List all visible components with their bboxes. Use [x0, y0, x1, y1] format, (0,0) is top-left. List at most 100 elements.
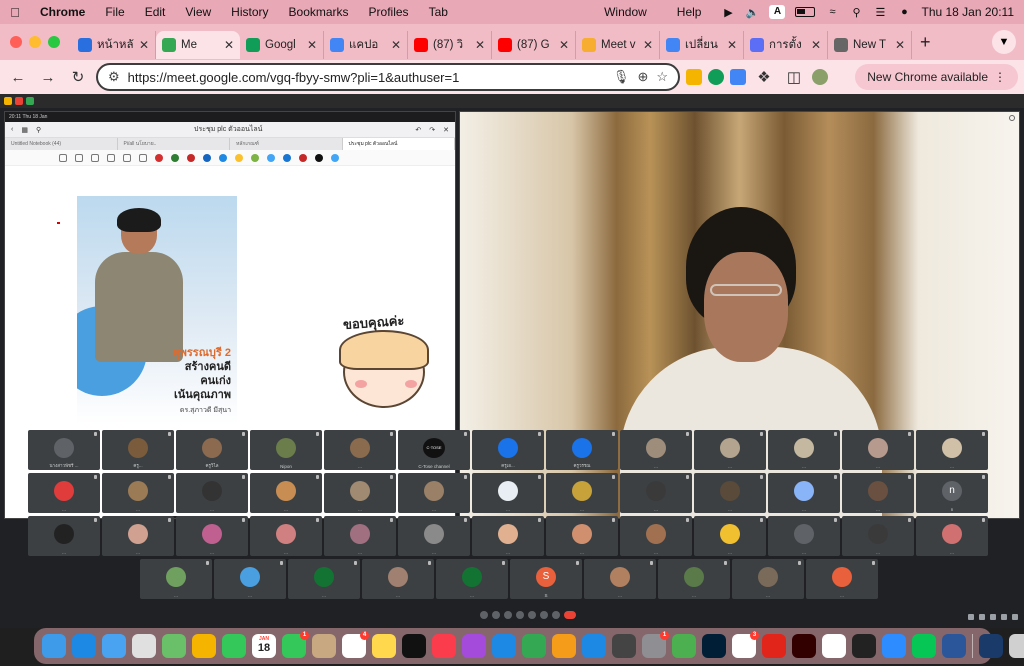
dock-app-screen-sharing-icon[interactable] [979, 634, 1003, 658]
tile-options-icon[interactable] [1009, 115, 1015, 121]
dock-app-word-icon[interactable] [942, 634, 966, 658]
dock-app-photoshop-icon[interactable] [702, 634, 726, 658]
dock-app-podcasts-icon[interactable] [462, 634, 486, 658]
raise-hand-button[interactable] [540, 611, 548, 619]
tab-close-icon[interactable]: ✕ [224, 38, 234, 52]
menu-help[interactable]: Help [667, 5, 712, 19]
participant-tile[interactable]: ... [324, 430, 396, 470]
participant-tile[interactable]: ... [694, 516, 766, 556]
new-tab-button[interactable]: + [912, 32, 939, 53]
participant-tile[interactable]: ... [398, 516, 470, 556]
participant-tile[interactable]: ... [214, 559, 286, 599]
participant-tile[interactable]: ... [732, 559, 804, 599]
participant-tile[interactable]: ... [916, 430, 988, 470]
dock-app-quicktime-icon[interactable] [612, 634, 636, 658]
dock-app-photos-icon[interactable] [192, 634, 216, 658]
participant-tile[interactable]: ... [324, 516, 396, 556]
participant-tile[interactable]: ... [28, 473, 100, 513]
site-info-icon[interactable]: ⚙ [108, 69, 120, 85]
tab-close-icon[interactable]: ✕ [727, 38, 737, 52]
tab-close-icon[interactable]: ✕ [139, 38, 149, 52]
dock-app-launchpad-icon[interactable] [132, 634, 156, 658]
more-menu-icon[interactable]: ⋮ [994, 70, 1006, 84]
menu-profiles[interactable]: Profiles [359, 5, 419, 19]
tab-close-icon[interactable]: ✕ [643, 38, 653, 52]
browser-tab[interactable]: (87) วิ ✕ [408, 31, 492, 59]
bookmark-star-icon[interactable]: ☆ [656, 69, 668, 85]
participant-tile[interactable]: ... [436, 559, 508, 599]
dock-app-numbers-icon[interactable] [522, 634, 546, 658]
dock-app-zoom-icon[interactable] [882, 634, 906, 658]
browser-tab[interactable]: หน้าหลั ✕ [72, 31, 156, 59]
tab-close-icon[interactable]: ✕ [307, 38, 317, 52]
control-center-icon[interactable]: ☰ [873, 6, 887, 19]
dock-app-slack-icon[interactable]: 3 [732, 631, 759, 658]
participant-tile[interactable]: ... [250, 473, 322, 513]
browser-tab[interactable]: New T ✕ [828, 31, 912, 59]
participant-tile[interactable]: ... [176, 473, 248, 513]
participant-tile[interactable]: ... [694, 430, 766, 470]
menu-file[interactable]: File [95, 5, 134, 19]
dock-app-facetime-icon[interactable] [222, 634, 246, 658]
participant-tile[interactable]: ... [768, 516, 840, 556]
dock-app-illustrator-icon[interactable] [792, 634, 816, 658]
participant-tile[interactable]: ... [288, 559, 360, 599]
participant-tile[interactable]: ... [472, 516, 544, 556]
tab-close-icon[interactable]: ✕ [475, 38, 485, 52]
participant-tile[interactable]: ... [176, 516, 248, 556]
wifi-icon[interactable]: ≈ [825, 6, 839, 18]
people-icon[interactable] [979, 614, 985, 620]
tab-close-icon[interactable]: ✕ [895, 38, 905, 52]
dock-app-mail-icon[interactable] [102, 634, 126, 658]
dock-app-terminal-icon[interactable] [852, 634, 876, 658]
participant-tile[interactable]: ครู... [102, 430, 174, 470]
menu-tab[interactable]: Tab [419, 5, 458, 19]
host-controls-icon[interactable] [1012, 614, 1018, 620]
participant-tile[interactable]: ... [768, 430, 840, 470]
emoji-reaction-button[interactable] [516, 611, 524, 619]
dock-app-maps-icon[interactable] [162, 634, 186, 658]
participant-tile[interactable]: ... [768, 473, 840, 513]
dock-app-reminders-icon[interactable]: 4 [342, 631, 369, 658]
dock-app-finder-icon[interactable] [42, 634, 66, 658]
participant-tile[interactable]: ... [694, 473, 766, 513]
leave-call-button[interactable] [564, 611, 576, 619]
dock-app-contacts-icon[interactable] [312, 634, 336, 658]
browser-tab[interactable]: Googl ✕ [240, 31, 324, 59]
participant-tile[interactable]: ... [842, 473, 914, 513]
participant-tile[interactable]: Nipon [250, 430, 322, 470]
browser-tab[interactable]: Me ✕ [156, 31, 240, 59]
dock-app-trash-icon[interactable] [1009, 634, 1024, 658]
participant-tile[interactable]: ... [472, 473, 544, 513]
minimize-window-button[interactable] [29, 36, 41, 48]
input-source-indicator[interactable]: A [769, 5, 786, 19]
participant-tile[interactable]: ... [102, 473, 174, 513]
zoom-icon[interactable]: ⊕ [637, 69, 648, 85]
info-icon[interactable] [968, 614, 974, 620]
dock-app-calendar-icon[interactable]: JAN 18 [252, 634, 276, 658]
side-panel-icon[interactable]: ◫ [782, 65, 806, 89]
participant-tile[interactable]: C·TOSE C-Tose channel [398, 430, 470, 470]
media-play-icon[interactable]: ▶ [721, 6, 735, 19]
close-window-button[interactable] [10, 36, 22, 48]
participant-tile[interactable]: ... [140, 559, 212, 599]
forward-button[interactable]: → [36, 65, 60, 89]
profile-avatar[interactable] [812, 69, 828, 85]
dock-app-tv-icon[interactable] [402, 634, 426, 658]
update-chrome-button[interactable]: New Chrome available ⋮ [855, 64, 1018, 90]
browser-tab[interactable]: การตั้ง ✕ [744, 31, 828, 59]
participant-tile[interactable]: ... [842, 430, 914, 470]
extension-google-apps-icon[interactable] [686, 69, 702, 85]
address-bar[interactable]: ⚙ https://meet.google.com/vgq-fbyy-smw?p… [96, 63, 680, 91]
browser-tab[interactable]: เปลี่ยน ✕ [660, 31, 744, 59]
participant-tile[interactable]: ... [28, 516, 100, 556]
activities-icon[interactable] [1001, 614, 1007, 620]
dock-app-system-settings-icon[interactable]: 1 [642, 631, 669, 658]
participant-tile[interactable]: ... [546, 473, 618, 513]
volume-icon[interactable]: 🔈 [745, 6, 760, 19]
extensions-puzzle-icon[interactable]: ❖ [752, 65, 776, 89]
participant-tile[interactable]: ... [658, 559, 730, 599]
participant-tile[interactable]: ... [362, 559, 434, 599]
dock-app-app-store-icon[interactable] [582, 634, 606, 658]
participant-tile[interactable]: ... [546, 516, 618, 556]
